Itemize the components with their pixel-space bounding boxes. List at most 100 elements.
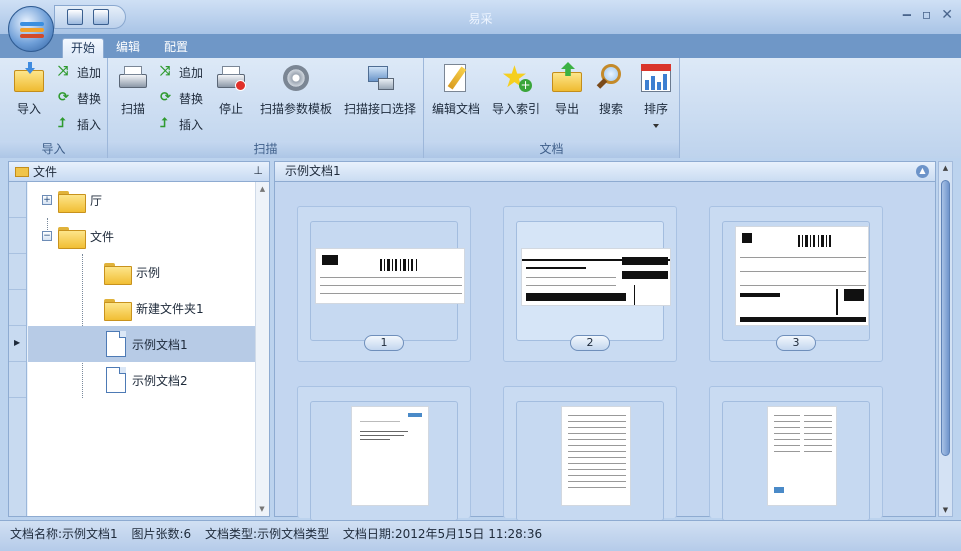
folder-icon (58, 189, 86, 213)
scan-group-label: 扫描 (108, 141, 423, 158)
edit-document-icon (440, 62, 472, 94)
edit-document-button[interactable]: 编辑文档 (430, 62, 482, 117)
express-label-image (521, 248, 671, 306)
import-index-button[interactable]: ★ + 导入索引 (490, 62, 542, 117)
scan-replace-label: 替换 (179, 91, 204, 106)
file-tree: + 厅 − 文件 示例 新建文件夹1 示例文档1 示例文档2 (28, 182, 258, 516)
export-button[interactable]: 导出 (550, 62, 584, 117)
maximize-icon[interactable]: ▫ (922, 7, 932, 23)
minimize-icon[interactable]: ‒ (902, 7, 912, 23)
file-panel-header: 文件 ⊥ (9, 162, 269, 182)
document-page-image (351, 406, 429, 506)
insert-icon: ⮥ (58, 116, 66, 131)
tree-node-label: 示例文档1 (132, 337, 188, 352)
document-group: 编辑文档 ★ + 导入索引 导出 搜索 排序 文档 (424, 58, 680, 158)
tree-node-label: 示例 (136, 265, 161, 280)
scan-insert-label: 插入 (179, 117, 204, 132)
collapse-up-icon[interactable]: ▲ (916, 165, 929, 178)
tree-node-new-folder[interactable]: 新建文件夹1 (104, 290, 258, 326)
tree-node-example[interactable]: 示例 (104, 254, 258, 290)
scan-interface-select-label: 扫描接口选择 (343, 102, 416, 116)
scan-param-template-button[interactable]: 扫描参数模板 (258, 62, 334, 117)
ribbon-tabs: 开始 编辑 配置 (0, 34, 961, 58)
page-number-badge: 2 (570, 335, 610, 351)
thumbnail-panel-header: 示例文档1 ▲ (275, 162, 935, 182)
stop-scanner-icon (215, 62, 247, 94)
document-page-image (561, 406, 631, 506)
tree-node-label: 厅 (90, 193, 103, 208)
search-label: 搜索 (598, 102, 623, 116)
dropdown-caret-icon (653, 124, 659, 128)
tab-edit[interactable]: 编辑 (108, 38, 148, 58)
import-replace-button[interactable]: ⟳ 替换 (58, 88, 101, 108)
search-icon (595, 62, 627, 94)
page-thumbnail[interactable]: 3 (709, 206, 883, 362)
append-icon: ⤨ (58, 64, 69, 79)
page-thumbnail[interactable]: 2 (503, 206, 677, 362)
status-document-type: 文档类型:示例文档类型 (205, 527, 330, 541)
page-thumbnail[interactable] (709, 386, 883, 521)
thumbnail-panel: 示例文档1 ▲ 1 2 3 (274, 161, 936, 521)
document-page-image (767, 406, 837, 506)
import-insert-label: 插入 (77, 117, 102, 132)
page-thumbnail[interactable] (503, 386, 677, 521)
append-icon: ⤨ (160, 64, 171, 79)
status-document-name: 文档名称:示例文档1 (10, 527, 118, 541)
stop-button[interactable]: 停止 (214, 62, 248, 117)
scrollbar-thumb[interactable] (941, 180, 950, 456)
open-folder-icon (58, 225, 86, 249)
pin-icon[interactable]: ⊥ (253, 164, 263, 177)
stop-label: 停止 (218, 102, 243, 116)
current-row-indicator: ▶ (9, 326, 26, 362)
page-number-badge: 3 (776, 335, 816, 351)
scan-button[interactable]: 扫描 (116, 62, 150, 117)
folder-import-icon (13, 62, 45, 94)
expand-icon[interactable]: + (42, 195, 52, 205)
tree-scrollbar[interactable]: ▲ ▼ (255, 182, 269, 516)
replace-icon: ⟳ (160, 90, 171, 105)
scan-insert-button[interactable]: ⮥ 插入 (160, 114, 203, 134)
tree-node-files[interactable]: − 文件 (42, 218, 258, 254)
tree-node-example-doc-1[interactable]: 示例文档1 (28, 326, 258, 362)
page-thumbnail[interactable]: 1 (297, 206, 471, 362)
document-group-label: 文档 (424, 141, 679, 158)
tab-config[interactable]: 配置 (156, 38, 196, 58)
tab-start[interactable]: 开始 (62, 38, 105, 58)
folder-icon (104, 297, 132, 321)
express-label-image (315, 248, 465, 304)
import-insert-button[interactable]: ⮥ 插入 (58, 114, 101, 134)
export-label: 导出 (554, 102, 579, 116)
thumbnail-scrollbar[interactable]: ▲ ▼ (938, 161, 953, 517)
tree-node-example-doc-2[interactable]: 示例文档2 (106, 362, 258, 398)
sort-button[interactable]: 排序 (638, 62, 674, 128)
tree-node-label: 示例文档2 (132, 373, 188, 388)
edit-document-label: 编辑文档 (431, 102, 480, 116)
network-icon (364, 62, 396, 94)
scan-interface-select-button[interactable]: 扫描接口选择 (342, 62, 418, 117)
scan-replace-button[interactable]: ⟳ 替换 (160, 88, 203, 108)
scan-append-button[interactable]: ⤨ 追加 (160, 62, 203, 82)
import-append-button[interactable]: ⤨ 追加 (58, 62, 101, 82)
document-icon (106, 331, 126, 357)
close-icon[interactable]: ✕ (941, 7, 953, 23)
import-button[interactable]: 导入 (10, 62, 48, 117)
ribbon: 导入 ⤨ 追加 ⟳ 替换 ⮥ 插入 导入 扫描 ⤨ 追加 ⟳ 替换 ⮥ 插入 停… (0, 58, 961, 158)
import-label: 导入 (16, 102, 41, 116)
scan-append-label: 追加 (179, 65, 204, 80)
page-thumbnail[interactable] (297, 386, 471, 521)
tree-node-hall[interactable]: + 厅 (42, 182, 258, 218)
scan-group: 扫描 ⤨ 追加 ⟳ 替换 ⮥ 插入 停止 扫描参数模板 扫描接口选择 扫描 (108, 58, 424, 158)
gear-icon (280, 62, 312, 94)
sort-calendar-icon (640, 62, 672, 94)
app-menu-button[interactable] (8, 6, 54, 52)
document-title: 示例文档1 (285, 164, 341, 178)
collapse-icon[interactable]: − (42, 231, 52, 241)
search-button[interactable]: 搜索 (594, 62, 628, 117)
page-number-badge: 1 (364, 335, 404, 351)
scan-param-template-label: 扫描参数模板 (259, 102, 332, 116)
import-index-label: 导入索引 (491, 102, 540, 116)
folder-icon (15, 166, 29, 177)
document-icon (106, 367, 126, 393)
status-page-count: 图片张数:6 (131, 527, 192, 541)
tree-node-label: 文件 (90, 229, 115, 244)
